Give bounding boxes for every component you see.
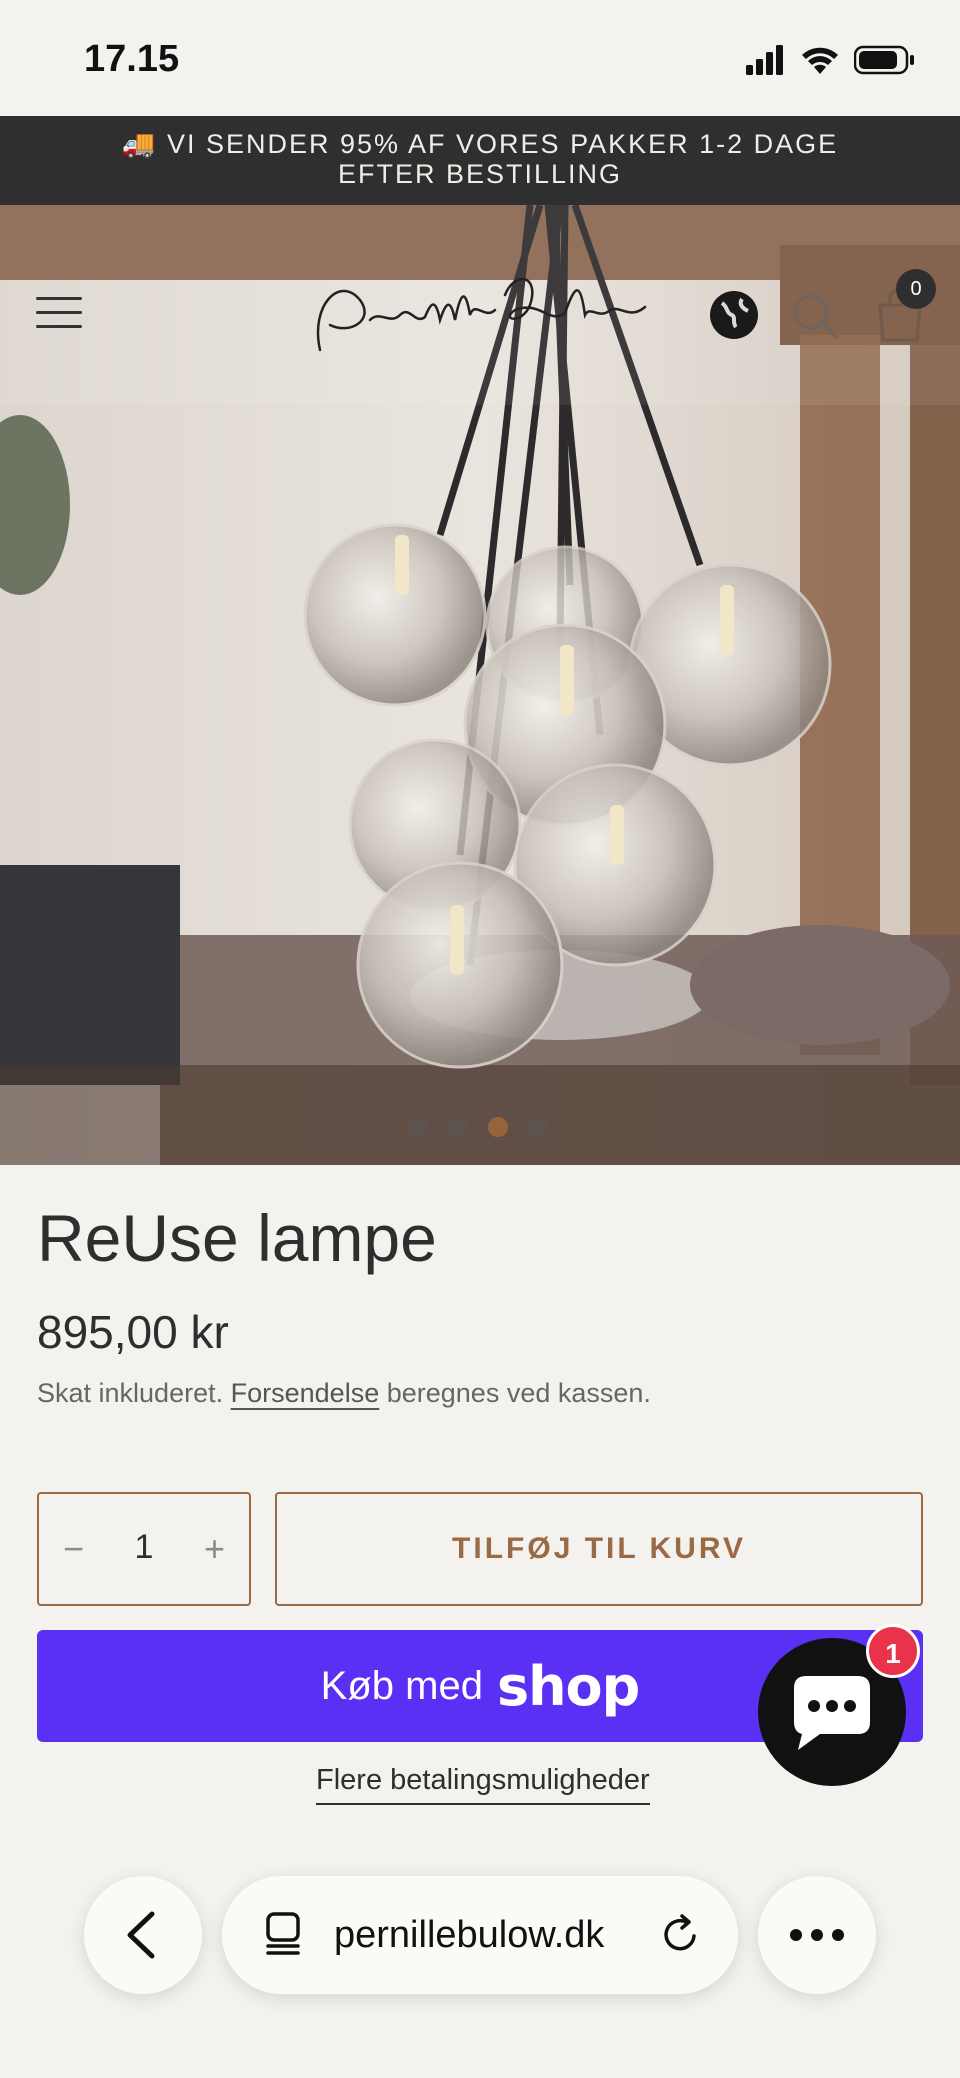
tax-prefix: Skat inkluderet. — [37, 1378, 224, 1408]
product-gallery[interactable]: 0 — [0, 205, 960, 1165]
brand-logo[interactable] — [300, 265, 660, 365]
url-text: pernillebulow.dk — [334, 1914, 605, 1956]
product-title: ReUse lampe — [37, 1201, 437, 1275]
product-price: 895,00 kr — [37, 1306, 229, 1358]
shop-pay-label: Køb med — [320, 1663, 483, 1708]
status-icons — [746, 42, 916, 78]
globe-icon[interactable] — [708, 289, 760, 341]
address-bar[interactable]: pernillebulow.dk — [222, 1876, 738, 1994]
tax-suffix: beregnes ved kassen. — [386, 1378, 651, 1408]
quantity-increase-button[interactable]: + — [204, 1528, 225, 1570]
shop-pay-brand: shop — [496, 1654, 640, 1718]
status-bar: 17.15 — [0, 0, 960, 116]
back-button[interactable] — [84, 1876, 202, 1994]
gallery-dot[interactable] — [408, 1117, 428, 1137]
ellipsis-icon — [790, 1929, 844, 1941]
more-payment-options-link[interactable]: Flere betalingsmuligheder — [316, 1764, 650, 1805]
shipping-link[interactable]: Forsendelse — [231, 1378, 380, 1408]
gallery-dot-active[interactable] — [488, 1117, 508, 1137]
status-time: 17.15 — [84, 38, 180, 80]
announcement-line2: EFTER BESTILLING — [337, 159, 623, 189]
cart-count-badge: 0 — [896, 269, 936, 309]
more-options-button[interactable] — [758, 1876, 876, 1994]
add-to-cart-button[interactable]: TILFØJ TIL KURV — [275, 1492, 923, 1606]
wifi-icon — [802, 47, 838, 74]
menu-icon[interactable] — [36, 297, 82, 331]
search-icon[interactable] — [790, 291, 840, 341]
announcement-banner: 🚚 VI SENDER 95% AF VORES PAKKER 1-2 DAGE… — [0, 116, 960, 205]
battery-icon — [854, 45, 914, 75]
announcement-line1: 🚚 VI SENDER 95% AF VORES PAKKER 1-2 DAGE — [121, 129, 839, 159]
tax-note: Skat inkluderet. Forsendelse beregnes ve… — [37, 1378, 651, 1409]
gallery-dot[interactable] — [448, 1117, 468, 1137]
reload-icon[interactable] — [658, 1912, 702, 1956]
chevron-left-icon — [127, 1911, 155, 1959]
tabs-icon — [266, 1912, 300, 1955]
site-header: 0 — [0, 265, 960, 355]
signal-icon — [746, 45, 783, 75]
quantity-stepper: − 1 + — [37, 1492, 251, 1606]
chat-notification-badge: 1 — [866, 1624, 920, 1678]
browser-toolbar: pernillebulow.dk — [0, 1860, 960, 2078]
gallery-pagination — [408, 1117, 548, 1137]
gallery-dot[interactable] — [528, 1117, 548, 1137]
